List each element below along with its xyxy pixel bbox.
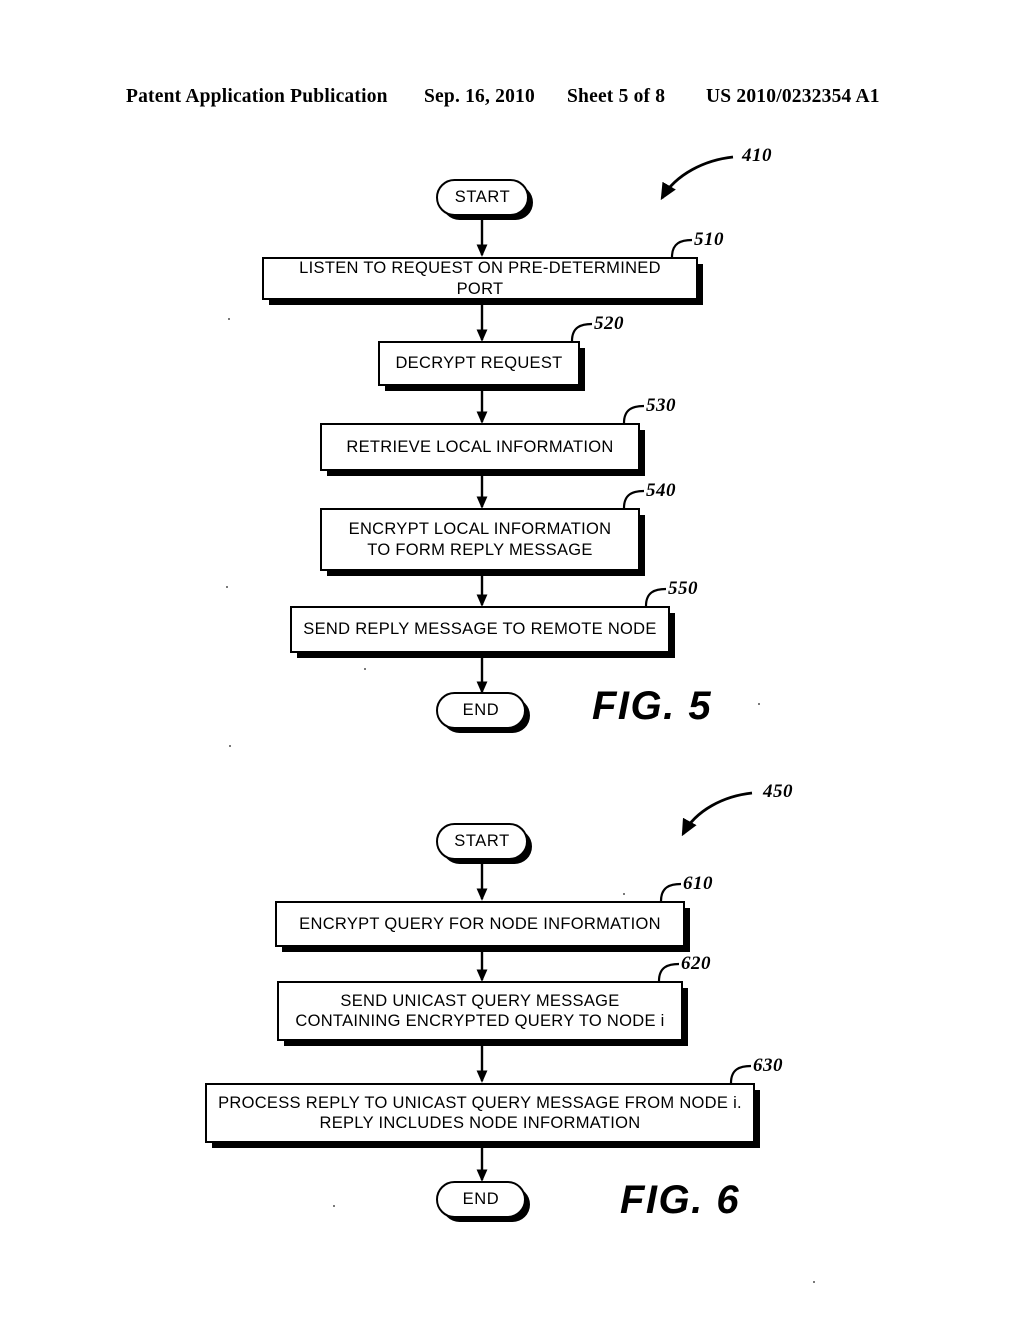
fig6-caption: FIG. 6 (620, 1178, 741, 1222)
fig5-step-530-label: RETRIEVE LOCAL INFORMATION (346, 437, 614, 456)
scan-speck (228, 318, 230, 320)
fig6-end-terminator: END (436, 1181, 526, 1218)
fig5-end-terminator: END (436, 692, 526, 729)
flow-ref-arrow-450 (681, 791, 753, 837)
fig6-step-630: PROCESS REPLY TO UNICAST QUERY MESSAGE F… (205, 1083, 755, 1143)
fig5-end-label: END (462, 701, 500, 719)
fig6-step-610: ENCRYPT QUERY FOR NODE INFORMATION (275, 901, 685, 947)
scan-speck (333, 1205, 335, 1207)
fig6-step-620-label: SEND UNICAST QUERY MESSAGE CONTAINING EN… (295, 991, 665, 1030)
scan-speck (364, 668, 366, 670)
scan-speck (813, 1281, 815, 1283)
fig6-end-label: END (462, 1190, 500, 1208)
fig5-step-520: DECRYPT REQUEST (378, 341, 580, 386)
fig5-step-550: SEND REPLY MESSAGE TO REMOTE NODE (290, 606, 670, 653)
fig5-ref-numeral-530: 530 (646, 395, 676, 416)
fig5-ref-numeral-520: 520 (594, 313, 624, 334)
fig5-step-540-label: ENCRYPT LOCAL INFORMATION TO FORM REPLY … (348, 520, 612, 559)
fig6-step-610-label: ENCRYPT QUERY FOR NODE INFORMATION (299, 914, 661, 933)
fig5-step-550-label: SEND REPLY MESSAGE TO REMOTE NODE (303, 620, 657, 639)
fig5-ref-numeral-540: 540 (646, 480, 676, 501)
fig5-ref-numeral-550: 550 (668, 578, 698, 599)
fig5-ref-numeral-510: 510 (694, 229, 724, 250)
fig6-start-terminator: START (436, 823, 528, 860)
fig6-ref-numeral-610: 610 (683, 873, 713, 894)
fig6-ref-numeral-620: 620 (681, 953, 711, 974)
fig5-start-label: START (454, 188, 511, 206)
fig5-step-540: ENCRYPT LOCAL INFORMATION TO FORM REPLY … (320, 508, 640, 571)
fig6-flow-ref-numeral: 450 (763, 781, 793, 802)
scan-speck (229, 745, 231, 747)
scan-speck (758, 703, 760, 705)
fig6-ref-numeral-630: 630 (753, 1055, 783, 1076)
scan-speck (623, 893, 625, 895)
fig5-step-520-label: DECRYPT REQUEST (395, 354, 563, 373)
scan-speck (226, 586, 228, 588)
fig5-step-510: LISTEN TO REQUEST ON PRE-DETERMINED PORT (262, 257, 698, 300)
fig5-caption: FIG. 5 (592, 684, 713, 728)
fig6-step-630-label: PROCESS REPLY TO UNICAST QUERY MESSAGE F… (218, 1093, 742, 1132)
flow-ref-arrow-410 (660, 155, 734, 201)
fig5-step-530: RETRIEVE LOCAL INFORMATION (320, 423, 640, 471)
fig5-step-510-label: LISTEN TO REQUEST ON PRE-DETERMINED PORT (299, 259, 661, 298)
drawing-sheet: START LISTEN TO REQUEST ON PRE-DETERMINE… (0, 0, 1024, 1320)
fig6-step-620: SEND UNICAST QUERY MESSAGE CONTAINING EN… (277, 981, 683, 1041)
fig5-flow-ref-numeral: 410 (742, 145, 772, 166)
fig6-start-label: START (454, 832, 510, 850)
fig5-start-terminator: START (436, 179, 529, 216)
